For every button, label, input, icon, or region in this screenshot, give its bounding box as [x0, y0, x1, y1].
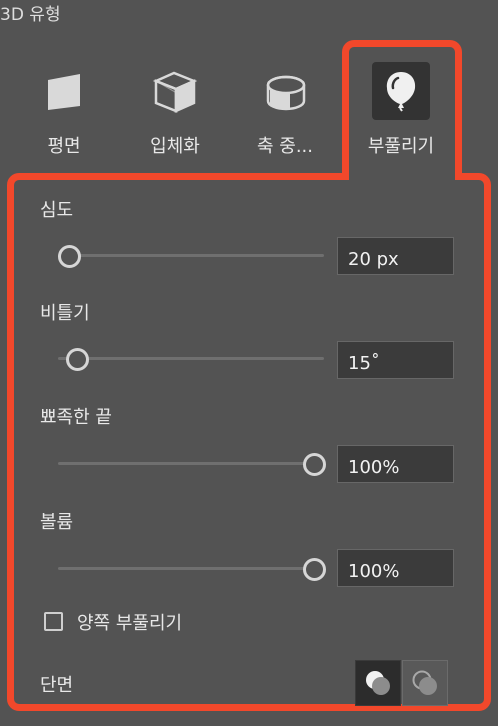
- sharp-edge-slider-thumb[interactable]: [303, 453, 326, 476]
- twist-slider-track[interactable]: [58, 357, 324, 360]
- depth-value-input[interactable]: 20 px: [337, 237, 454, 275]
- type-revolve-label: 축 중...: [256, 136, 313, 157]
- twist-value-input[interactable]: 15˚: [337, 341, 454, 379]
- profile-hollow-button[interactable]: [402, 660, 448, 706]
- volume-label: 볼륨: [40, 512, 74, 533]
- revolve-cylinder-icon: [233, 66, 337, 118]
- type-revolve-button[interactable]: 축 중...: [233, 58, 337, 168]
- volume-value-input[interactable]: 100%: [337, 549, 454, 587]
- type-inflate-button[interactable]: 부풀리기: [349, 58, 453, 168]
- sharp-edge-value-input[interactable]: 100%: [337, 445, 454, 483]
- sharp-edge-slider-track[interactable]: [58, 462, 308, 465]
- sharp-edge-label: 뾰족한 끝: [40, 407, 112, 428]
- type-plane-label: 평면: [47, 136, 81, 157]
- highlight-join: [349, 170, 455, 180]
- twist-slider-thumb[interactable]: [66, 348, 89, 371]
- profile-label: 단면: [40, 675, 74, 696]
- depth-slider-track[interactable]: [58, 254, 324, 257]
- type-extrude-label: 입체화: [150, 136, 200, 157]
- type-extrude-button[interactable]: 입체화: [123, 58, 227, 168]
- type-plane-button[interactable]: 평면: [12, 58, 116, 168]
- profile-hollow-icon: [412, 670, 437, 695]
- type-inflate-label: 부풀리기: [367, 136, 435, 157]
- plane-icon: [12, 66, 116, 118]
- inflate-both-sides-checkbox[interactable]: [44, 612, 63, 631]
- extrude-cube-icon: [123, 66, 227, 118]
- twist-label: 비틀기: [40, 303, 90, 324]
- inflate-both-sides-label[interactable]: 양쪽 부풀리기: [77, 609, 182, 635]
- volume-slider-track[interactable]: [58, 567, 308, 570]
- depth-label: 심도: [40, 200, 74, 221]
- depth-slider-thumb[interactable]: [58, 245, 81, 268]
- profile-solid-icon: [366, 671, 390, 695]
- panel-title: 3D 유형: [0, 5, 61, 25]
- profile-solid-button[interactable]: [355, 660, 401, 706]
- volume-slider-thumb[interactable]: [303, 558, 326, 581]
- balloon-inflate-icon: [372, 62, 430, 120]
